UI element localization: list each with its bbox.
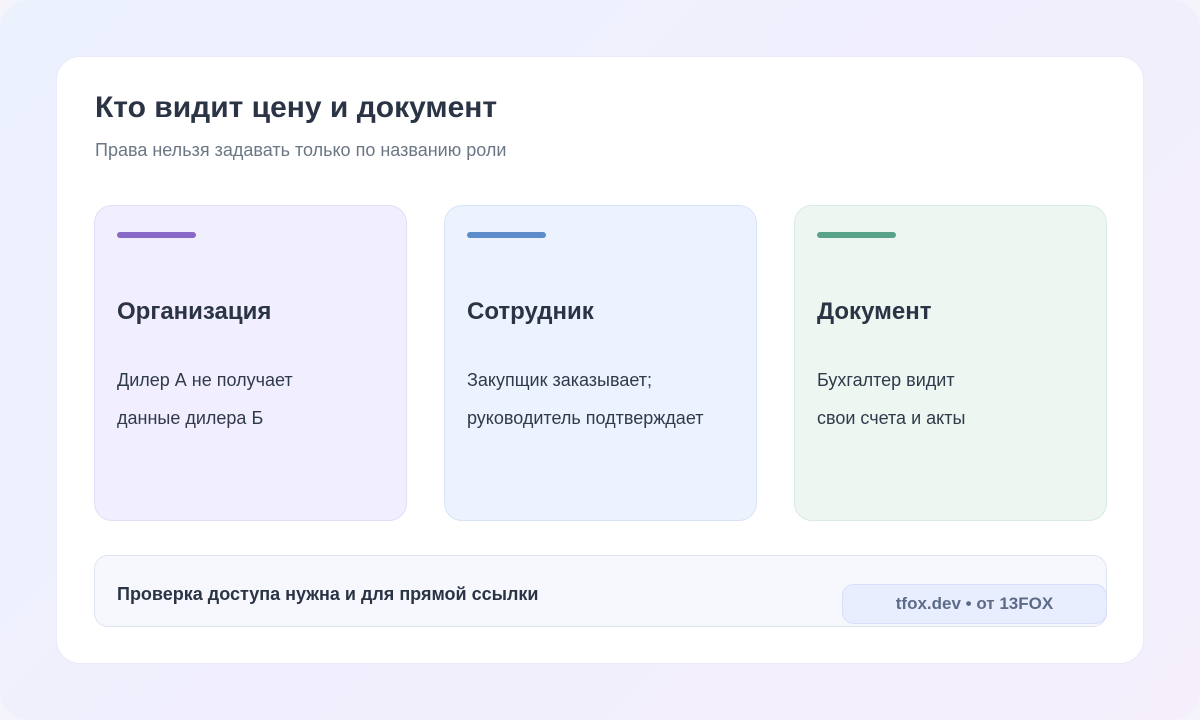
page-title: Кто видит цену и документ: [95, 91, 498, 124]
tile-title: Сотрудник: [467, 298, 594, 325]
brand-badge: tfox.dev • от 13FOX: [842, 584, 1107, 624]
tile-document: Документ Бухгалтер видит свои счета и ак…: [794, 205, 1107, 521]
tile-text-line: данные дилера Б: [117, 408, 264, 428]
page-subtitle: Права нельзя задавать только по названию…: [95, 140, 507, 160]
tile-organization: Организация Дилер А не получает данные д…: [94, 205, 407, 521]
background-frame: Кто видит цену и документ Права нельзя з…: [0, 0, 1200, 720]
tile-accent-bar: [117, 232, 196, 238]
tile-accent-bar: [817, 232, 896, 238]
tile-accent-bar: [467, 232, 546, 238]
tile-employee: Сотрудник Закупщик заказывает; руководит…: [444, 205, 757, 521]
tile-text-line: Дилер А не получает: [117, 370, 293, 390]
main-card: Кто видит цену и документ Права нельзя з…: [56, 56, 1144, 664]
tile-text-line: руководитель подтверждает: [467, 408, 704, 428]
tile-text-line: Закупщик заказывает;: [467, 370, 653, 390]
footer-note: Проверка доступа нужна и для прямой ссыл…: [94, 555, 1107, 627]
tile-title: Организация: [117, 298, 272, 325]
tile-text-line: Бухгалтер видит: [817, 370, 955, 390]
tile-text-line: свои счета и акты: [817, 408, 966, 428]
footer-note-text: Проверка доступа нужна и для прямой ссыл…: [117, 584, 539, 604]
tile-title: Документ: [817, 298, 932, 325]
